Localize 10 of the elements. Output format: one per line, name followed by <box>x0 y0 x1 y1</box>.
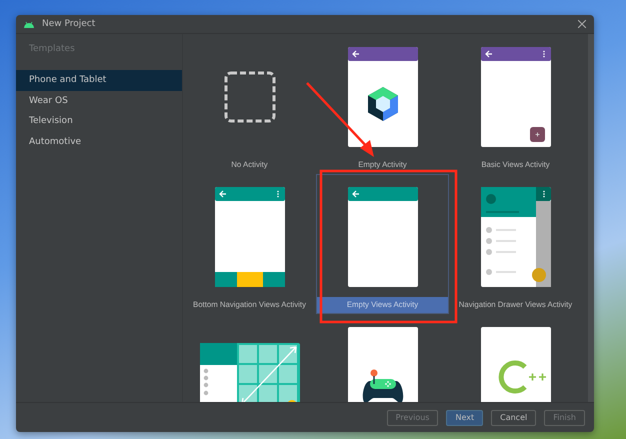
sidebar-item[interactable]: Automotive <box>16 132 182 152</box>
sidebar-item[interactable]: Phone and Tablet <box>16 70 182 90</box>
android-icon <box>24 20 34 28</box>
sidebar-item[interactable]: Television <box>16 111 182 132</box>
sidebar-item[interactable]: Wear OS <box>16 90 182 111</box>
window-title: New Project <box>42 19 96 29</box>
footer-button[interactable]: Next <box>446 410 484 426</box>
close-icon[interactable] <box>578 20 586 28</box>
footer-button[interactable]: Cancel <box>491 410 536 426</box>
scrollbar[interactable] <box>588 34 594 402</box>
